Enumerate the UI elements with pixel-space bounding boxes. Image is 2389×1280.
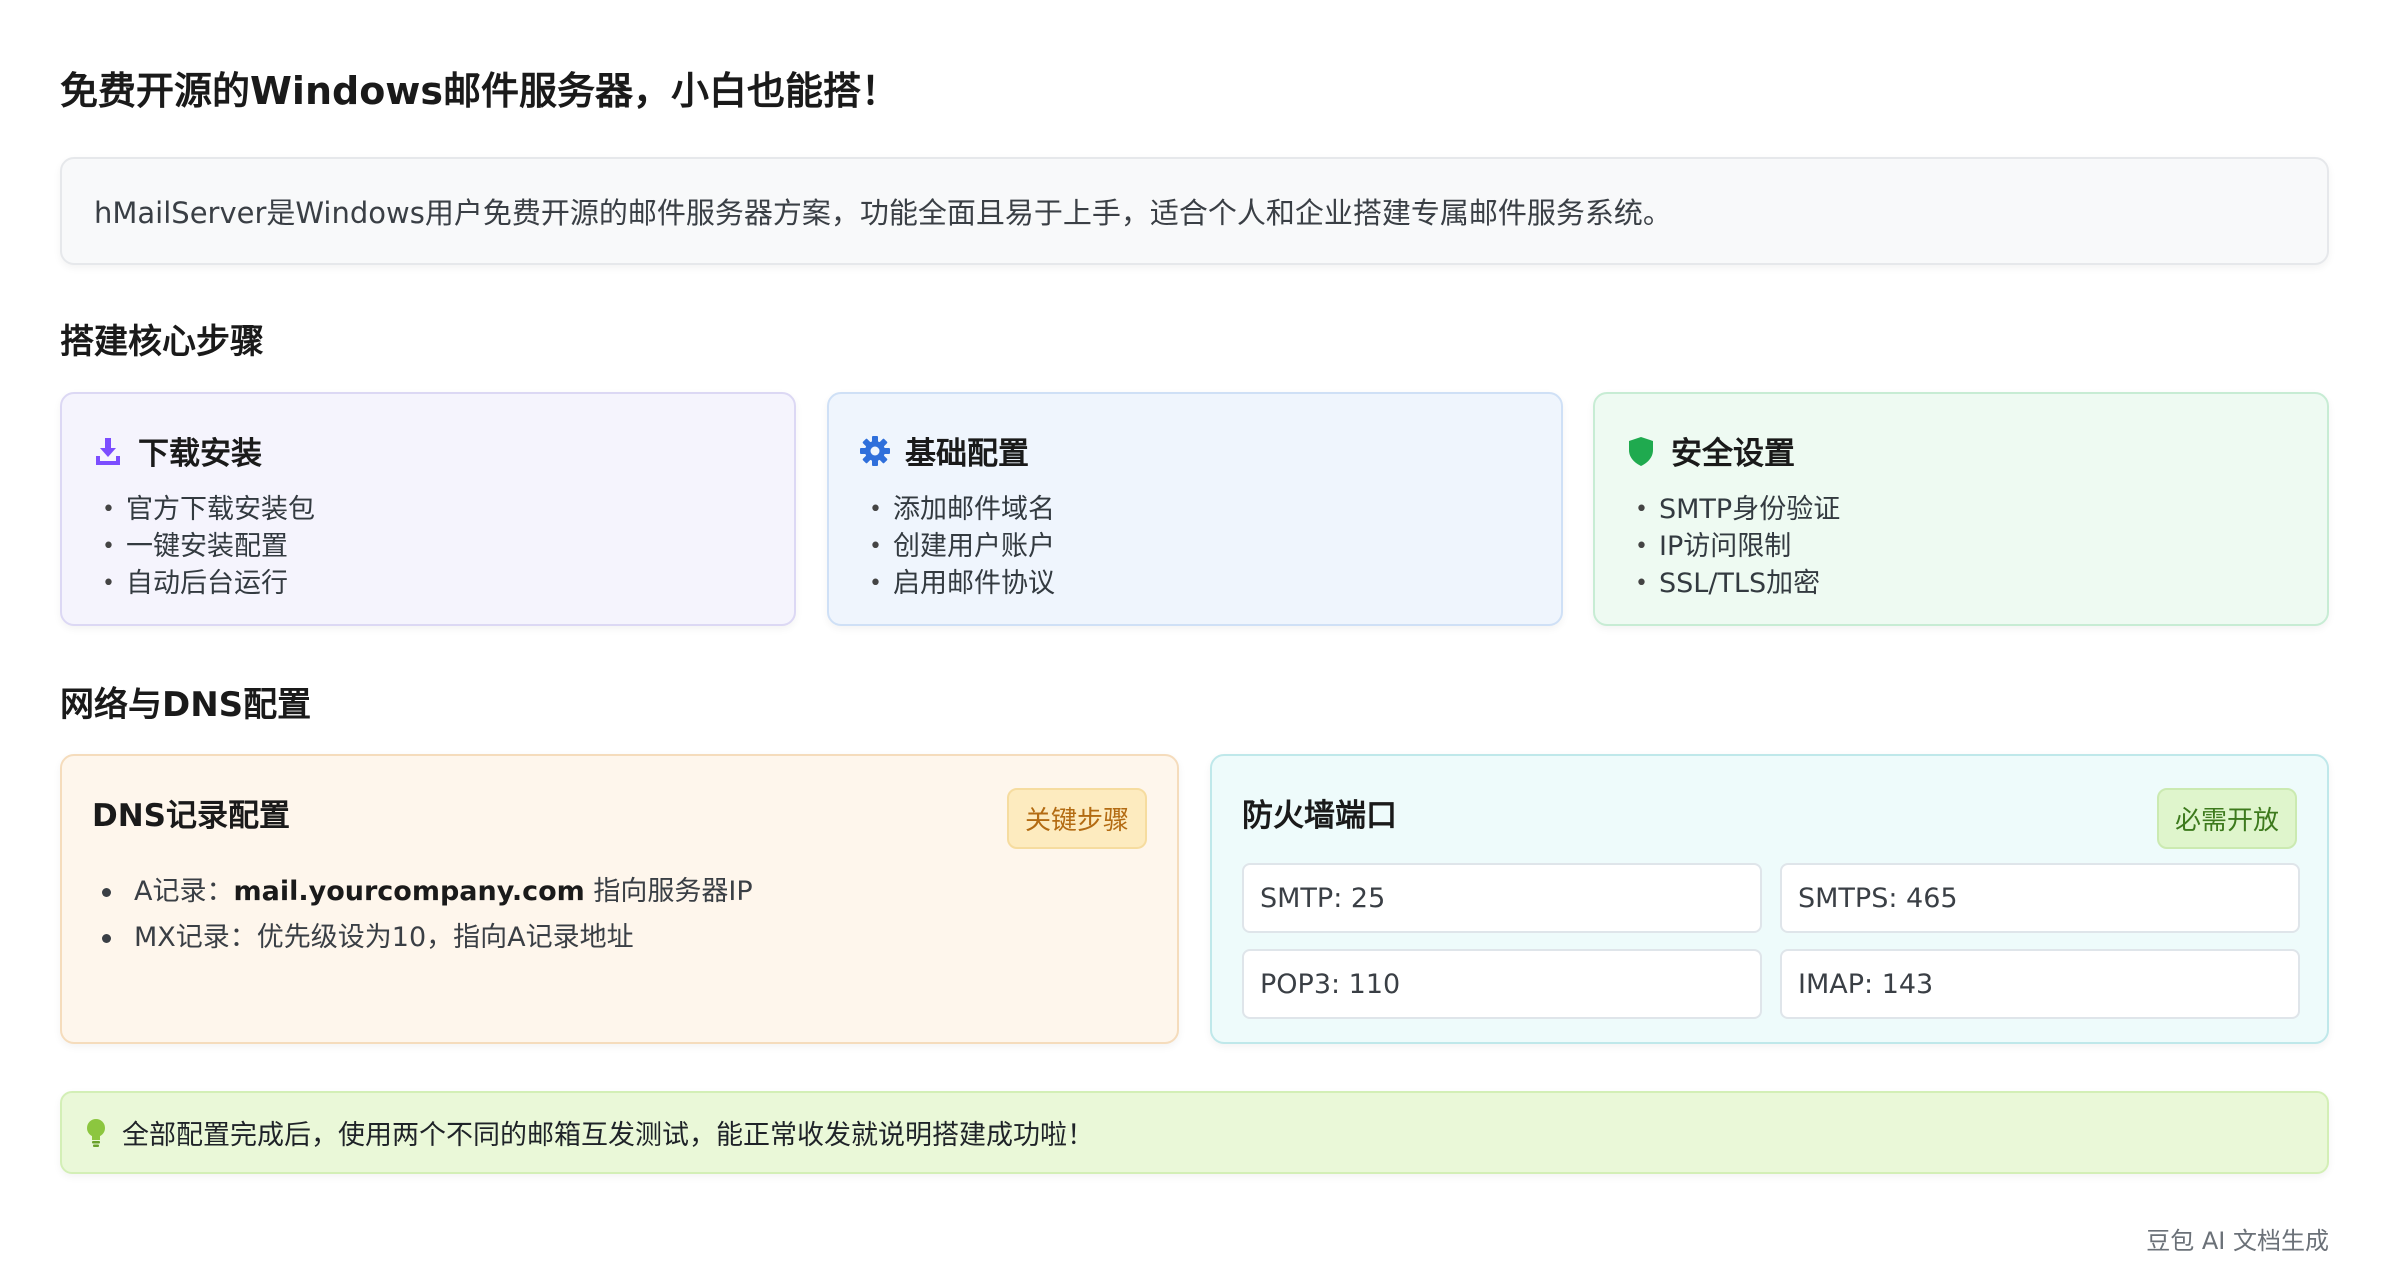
dns-list: A记录：mail.yourcompany.com 指向服务器IP MX记录：优先…	[92, 869, 1147, 961]
a-record-target: 指向服务器IP	[584, 876, 753, 907]
list-item: MX记录：优先级设为10，指向A记录地址	[98, 915, 1147, 961]
gear-icon	[860, 435, 890, 466]
step-list: SMTP身份验证 IP访问限制 SSL/TLS加密	[1625, 491, 2297, 602]
page-title: 免费开源的Windows邮件服务器，小白也能搭！	[60, 69, 900, 113]
network-section-title: 网络与DNS配置	[60, 685, 312, 725]
list-item: A记录：mail.yourcompany.com 指向服务器IP	[98, 869, 1147, 915]
port-item: SMTP: 25	[1242, 863, 1762, 933]
list-item: IP访问限制	[1635, 528, 2297, 565]
list-item: 自动后台运行	[102, 565, 764, 602]
list-item: SMTP身份验证	[1635, 491, 2297, 528]
step-card-config: 基础配置 添加邮件域名 创建用户账户 启用邮件协议	[827, 392, 1563, 626]
page: 免费开源的Windows邮件服务器，小白也能搭！ hMailServer是Win…	[0, 0, 2389, 1280]
step-title: 下载安装	[138, 436, 262, 472]
firewall-title: 防火墙端口	[1242, 798, 1397, 834]
list-item: 一键安装配置	[102, 528, 764, 565]
port-grid: SMTP: 25 SMTPS: 465 POP3: 110 IMAP: 143	[1242, 863, 2300, 1019]
intro-text: hMailServer是Windows用户免费开源的邮件服务器方案，功能全面且易…	[94, 196, 1672, 230]
steps-section-title: 搭建核心步骤	[60, 322, 264, 362]
port-item: POP3: 110	[1242, 949, 1762, 1019]
a-record-domain: mail.yourcompany.com	[233, 876, 585, 907]
required-badge: 必需开放	[2156, 788, 2297, 849]
port-item: SMTPS: 465	[1780, 863, 2300, 933]
dns-card: DNS记录配置 关键步骤 A记录：mail.yourcompany.com 指向…	[60, 754, 1179, 1044]
step-list: 官方下载安装包 一键安装配置 自动后台运行	[92, 491, 764, 602]
download-icon	[96, 437, 120, 465]
key-step-badge: 关键步骤	[1006, 788, 1147, 849]
list-item: 官方下载安装包	[102, 491, 764, 528]
tip-box: 全部配置完成后，使用两个不同的邮箱互发测试，能正常收发就说明搭建成功啦！	[60, 1091, 2329, 1174]
step-list: 添加邮件域名 创建用户账户 启用邮件协议	[859, 491, 1531, 602]
step-card-download: 下载安装 官方下载安装包 一键安装配置 自动后台运行	[60, 392, 796, 626]
dns-title: DNS记录配置	[92, 798, 291, 834]
lightbulb-icon	[87, 1118, 105, 1147]
list-item: 启用邮件协议	[869, 565, 1531, 602]
step-card-security: 安全设置 SMTP身份验证 IP访问限制 SSL/TLS加密	[1593, 392, 2329, 626]
firewall-card: 防火墙端口 必需开放 SMTP: 25 SMTPS: 465 POP3: 110…	[1210, 754, 2329, 1044]
list-item: 添加邮件域名	[869, 491, 1531, 528]
step-title: 基础配置	[905, 436, 1029, 472]
step-title: 安全设置	[1671, 436, 1795, 472]
port-item: IMAP: 143	[1780, 949, 2300, 1019]
tip-text: 全部配置完成后，使用两个不同的邮箱互发测试，能正常收发就说明搭建成功啦！	[122, 1120, 1094, 1151]
shield-icon	[1629, 436, 1653, 466]
a-record-label: A记录：	[134, 876, 234, 907]
list-item: 创建用户账户	[869, 528, 1531, 565]
intro-box: hMailServer是Windows用户免费开源的邮件服务器方案，功能全面且易…	[60, 157, 2329, 265]
list-item: SSL/TLS加密	[1635, 565, 2297, 602]
footer-credit: 豆包 AI 文档生成	[2146, 1227, 2329, 1255]
